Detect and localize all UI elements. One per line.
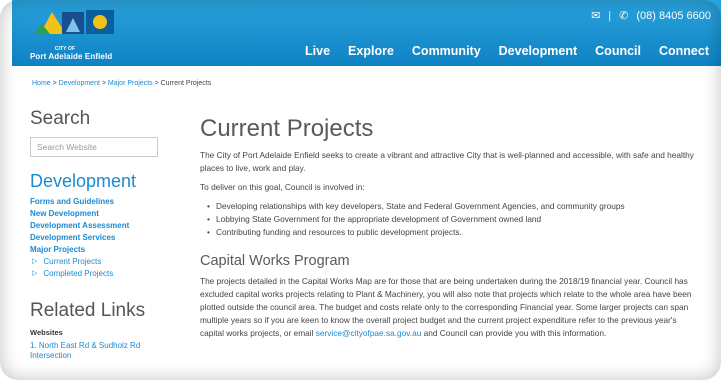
sidebar-sublink-completed-projects[interactable]: ▷ Completed Projects — [30, 268, 170, 280]
development-links: Forms and Guidelines New Development Dev… — [30, 196, 170, 280]
breadcrumb-major-projects[interactable]: Major Projects — [108, 80, 153, 87]
nav-community[interactable]: Community — [412, 44, 481, 58]
sublink-label: Current Projects — [43, 257, 102, 266]
logo-text: CITY OF Port Adelaide Enfield — [30, 46, 112, 61]
related-link-1[interactable]: 1. North East Rd & Sudholz Rd Intersecti… — [30, 341, 170, 361]
related-link-line-1: 1. North East Rd & Sudholz Rd — [30, 341, 141, 350]
list-item: Developing relationships with key develo… — [207, 200, 700, 213]
breadcrumb-home[interactable]: Home — [32, 80, 51, 87]
capital-works-heading: Capital Works Program — [200, 253, 350, 269]
search-input[interactable]: Search Website — [30, 137, 158, 157]
breadcrumb-sep: > — [152, 80, 161, 87]
sidebar-link-major-projects[interactable]: Major Projects — [30, 244, 170, 256]
search-heading: Search — [30, 108, 91, 129]
nav-council[interactable]: Council — [595, 44, 641, 58]
list-item: Lobbying State Government for the approp… — [207, 213, 700, 226]
triangle-right-icon: ▷ — [32, 270, 38, 277]
breadcrumb-development[interactable]: Development — [59, 80, 100, 87]
breadcrumb-sep: > — [50, 80, 59, 87]
sidebar-link-forms[interactable]: Forms and Guidelines — [30, 196, 170, 208]
sidebar: Search Search Website Development Forms … — [30, 108, 170, 361]
page-frame: CITY OF Port Adelaide Enfield ✉ | ✆ (08)… — [0, 0, 721, 380]
main-nav: Live Explore Community Development Counc… — [305, 44, 709, 58]
email-link[interactable]: service@cityofpae.sa.gov.au — [316, 328, 422, 338]
nav-development[interactable]: Development — [499, 44, 578, 58]
development-heading: Development — [30, 171, 137, 191]
mail-icon[interactable]: ✉ — [591, 9, 600, 22]
org-name: Port Adelaide Enfield — [30, 52, 113, 61]
page-title: Current Projects — [200, 115, 374, 142]
nav-explore[interactable]: Explore — [348, 44, 394, 58]
breadcrumb: Home > Development > Major Projects > Cu… — [32, 80, 211, 87]
site-header: CITY OF Port Adelaide Enfield ✉ | ✆ (08)… — [12, 0, 721, 66]
breadcrumb-sep: > — [99, 80, 108, 87]
triangle-right-icon: ▷ — [32, 258, 38, 265]
websites-label: Websites — [30, 328, 63, 337]
phone-number[interactable]: (08) 8405 6600 — [636, 10, 711, 22]
related-link-line-2: Intersection — [30, 351, 72, 360]
involvement-list: Developing relationships with key develo… — [200, 200, 700, 239]
contact-bar: ✉ | ✆ (08) 8405 6600 — [591, 9, 711, 23]
deliver-paragraph: To deliver on this goal, Council is invo… — [200, 182, 365, 192]
capital-works-paragraph: The projects detailed in the Capital Wor… — [200, 275, 700, 340]
phone-icon: ✆ — [619, 10, 629, 22]
sidebar-link-development-services[interactable]: Development Services — [30, 232, 170, 244]
sidebar-sublink-current-projects[interactable]: ▷ Current Projects — [30, 256, 170, 268]
breadcrumb-current: Current Projects — [160, 80, 212, 87]
capital-works-tail: and Council can provide you with this in… — [421, 328, 607, 338]
sidebar-link-new-development[interactable]: New Development — [30, 208, 170, 220]
nav-connect[interactable]: Connect — [659, 44, 709, 58]
council-logo[interactable] — [32, 6, 128, 36]
list-item: Contributing funding and resources to pu… — [207, 226, 700, 239]
sublink-label: Completed Projects — [43, 269, 114, 278]
intro-paragraph: The City of Port Adelaide Enfield seeks … — [200, 150, 694, 173]
sidebar-link-development-assessment[interactable]: Development Assessment — [30, 220, 170, 232]
related-links-heading: Related Links — [30, 300, 146, 321]
separator: | — [608, 9, 612, 22]
main-content: Current Projects The City of Port Adelai… — [200, 115, 700, 340]
nav-live[interactable]: Live — [305, 44, 330, 58]
